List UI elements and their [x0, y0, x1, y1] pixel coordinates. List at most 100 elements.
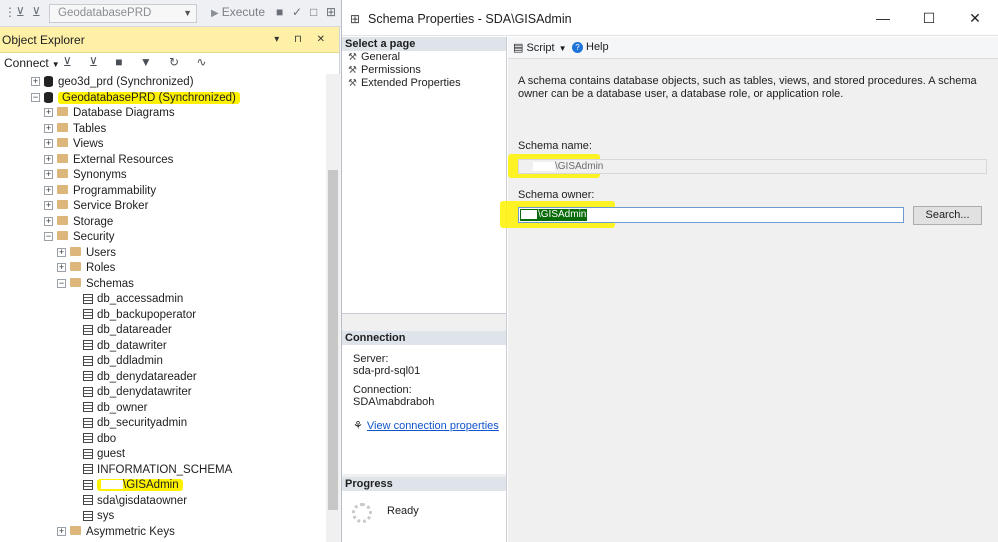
tree-scrollbar[interactable] [326, 74, 340, 542]
expand-icon[interactable]: + [57, 526, 66, 536]
maximize-icon[interactable]: ☐ [906, 0, 952, 36]
expand-icon[interactable]: + [44, 170, 53, 180]
tree-node[interactable]: + Roles [57, 261, 115, 276]
tree-node-label: Schemas [86, 277, 134, 290]
change-connection-icon[interactable]: ⊻ [32, 5, 41, 19]
page-extended-properties[interactable]: ⚒ Extended Properties [342, 77, 506, 90]
folder-icon [57, 122, 68, 132]
collapse-icon[interactable]: − [31, 92, 40, 102]
tree-node[interactable]: + geo3d_prd (Synchronized) [31, 75, 194, 90]
tree-node[interactable]: + Asymmetric Keys [57, 525, 175, 540]
expand-icon[interactable]: + [44, 201, 53, 211]
general-page-content: ▤ Script ▼ ? Help A schema contains databa… [500, 37, 998, 542]
tree-node[interactable]: sda\gisdataowner [83, 494, 187, 509]
schema-name-field: \GISAdmin [518, 159, 987, 174]
execute-label: Execute [221, 5, 266, 19]
tree-node[interactable]: db_ddladmin [83, 354, 163, 369]
tree-node-label: db_backupoperator [97, 308, 197, 321]
expand-icon[interactable]: + [44, 216, 53, 226]
expand-icon[interactable]: + [31, 77, 40, 87]
connect-plug-icon[interactable]: ⊻ [16, 5, 25, 19]
tree-node[interactable]: + Synonyms [44, 168, 127, 183]
redaction-mark [101, 480, 123, 490]
tree-node-label: Asymmetric Keys [86, 525, 175, 538]
database-icon [44, 76, 53, 88]
check-icon[interactable]: ✓ [292, 5, 302, 19]
tree-node[interactable]: + Users [57, 246, 116, 261]
tree-node[interactable]: sys [83, 509, 114, 524]
dialog-title-bar: ⊞ Schema Properties - SDA\GISAdmin — ☐ ✕ [342, 0, 998, 36]
tree-node[interactable]: + External Resources [44, 153, 173, 168]
tree-node[interactable]: guest [83, 447, 125, 462]
tree-node[interactable]: + Service Broker [44, 199, 148, 214]
view-connection-properties-link[interactable]: View connection properties [367, 420, 499, 432]
tree-node[interactable]: − Schemas [57, 277, 134, 292]
object-explorer-title: Object Explorer [2, 33, 85, 47]
close-icon[interactable]: ✕ [952, 0, 998, 36]
expand-icon[interactable]: + [44, 123, 53, 133]
tree-node-label: Views [73, 138, 104, 150]
object-explorer-tool-icons[interactable]: ⊻ ⊻ ■ ▼ ↻ ∿ [63, 55, 213, 69]
expand-icon[interactable]: + [44, 185, 53, 195]
tree-node-label: db_denydatawriter [97, 386, 192, 398]
connect-dropdown-button[interactable]: Connect ▼ [4, 56, 60, 70]
progress-section: Progress Ready [342, 477, 506, 542]
page-label: General [360, 51, 401, 63]
object-explorer-tree: + geo3d_prd (Synchronized) − GeodatabasePRD… [0, 74, 326, 542]
help-button[interactable]: ? Help [572, 41, 609, 53]
tree-node[interactable]: − Security [44, 230, 115, 245]
expand-icon[interactable]: + [44, 108, 53, 118]
script-dropdown-button[interactable]: ▤ Script ▼ [513, 41, 567, 54]
stop-icon[interactable]: ■ [276, 5, 283, 19]
schema-icon [83, 293, 93, 304]
debug-icon[interactable]: □ [310, 5, 317, 19]
schema-icon [83, 448, 93, 459]
tree-node[interactable]: \GISAdmin [83, 478, 183, 493]
parse-icon[interactable]: ⊞ [326, 5, 336, 19]
tree-node[interactable]: + Storage [44, 215, 113, 230]
page-permissions[interactable]: ⚒ Permissions [342, 64, 506, 77]
object-explorer-toolbar: Connect ▼ ⊻ ⊻ ■ ▼ ↻ ∿ [0, 53, 339, 73]
tree-node-label: sda\gisdataowner [97, 494, 188, 507]
tree-node[interactable]: db_owner [83, 401, 148, 416]
connection-properties-icon: ⚘ [353, 420, 363, 432]
object-explorer-header: Object Explorer ▾ ⊓ ✕ [0, 27, 339, 53]
tree-node-label: db_securityadmin [97, 417, 188, 429]
tree-node[interactable]: − GeodatabasePRD (Synchronized) [31, 91, 240, 106]
scrollbar-thumb[interactable] [328, 170, 338, 510]
panel-controls[interactable]: ▾ ⊓ ✕ [274, 27, 331, 53]
expand-icon[interactable]: + [44, 154, 53, 164]
expand-icon[interactable]: + [57, 247, 66, 257]
tree-node[interactable]: + Views [44, 137, 103, 152]
tree-node[interactable]: + Tables [44, 122, 106, 137]
tree-node[interactable]: + Database Diagrams [44, 106, 175, 121]
expand-icon[interactable]: + [44, 139, 53, 149]
tree-node[interactable]: db_securityadmin [83, 416, 187, 431]
server-value: sda-prd-sql01 [353, 365, 421, 377]
available-databases-dropdown[interactable]: GeodatabasePRD ▼ [49, 4, 197, 23]
select-page-header: Select a page [342, 37, 506, 51]
minimize-icon[interactable]: — [860, 0, 906, 36]
tree-node[interactable]: dbo [83, 432, 116, 447]
tree-node[interactable]: db_datareader [83, 323, 172, 338]
tree-node[interactable]: db_denydatareader [83, 370, 197, 385]
page-general[interactable]: ⚒ General [342, 51, 506, 64]
tree-node[interactable]: db_backupoperator [83, 308, 196, 323]
execute-button[interactable]: ▶ Execute [211, 5, 265, 19]
page-list: Select a page ⚒ General ⚒ Permissions ⚒ Ext… [342, 37, 506, 314]
collapse-icon[interactable]: − [57, 278, 66, 288]
schema-icon [83, 309, 93, 320]
tree-node-label: External Resources [73, 153, 174, 166]
expand-icon[interactable]: + [57, 263, 66, 273]
tree-node[interactable]: INFORMATION_SCHEMA [83, 463, 232, 478]
tree-node[interactable]: db_accessadmin [83, 292, 183, 307]
tree-node[interactable]: + Programmability [44, 184, 156, 199]
tree-node-label: db_denydatareader [97, 370, 197, 383]
folder-icon [57, 231, 68, 241]
search-button[interactable]: Search... [913, 206, 982, 225]
tree-node[interactable]: db_datawriter [83, 339, 167, 354]
collapse-icon[interactable]: − [44, 232, 53, 242]
tree-node[interactable]: db_denydatawriter [83, 385, 192, 400]
schema-icon [83, 464, 93, 475]
schema-owner-input[interactable]: \GISAdmin [518, 207, 904, 223]
